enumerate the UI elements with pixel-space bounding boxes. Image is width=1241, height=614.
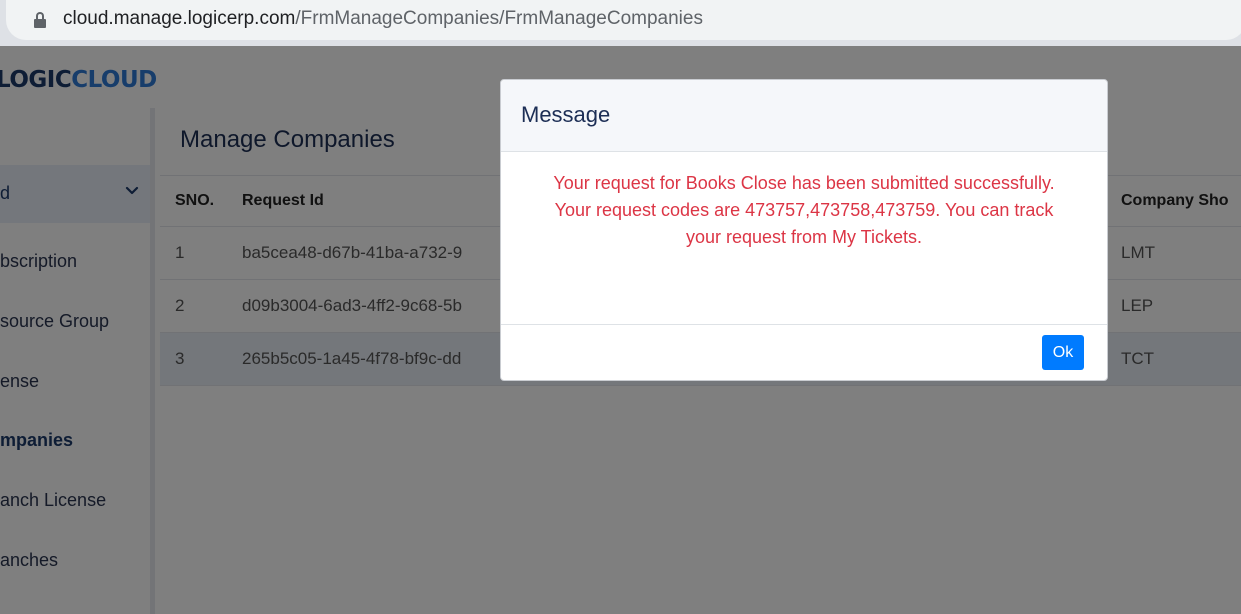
modal-title: Message: [521, 102, 611, 127]
modal-message: Your request for Books Close has been su…: [553, 173, 1055, 247]
url-host: cloud.manage.logicerp.com: [63, 8, 296, 29]
url-path: /FrmManageCompanies/FrmManageCompanies: [295, 8, 703, 29]
lock-icon[interactable]: [34, 12, 46, 28]
browser-toolbar: cloud.manage.logicerp.com/FrmManageCompa…: [0, 0, 1241, 46]
ok-button[interactable]: Ok: [1042, 335, 1084, 370]
message-dialog: Message Your request for Books Close has…: [500, 79, 1108, 381]
address-bar[interactable]: cloud.manage.logicerp.com/FrmManageCompa…: [6, 0, 1241, 40]
url-text[interactable]: cloud.manage.logicerp.com/FrmManageCompa…: [63, 8, 703, 30]
modal-footer: Ok: [501, 324, 1107, 381]
modal-header: Message: [501, 80, 1107, 152]
